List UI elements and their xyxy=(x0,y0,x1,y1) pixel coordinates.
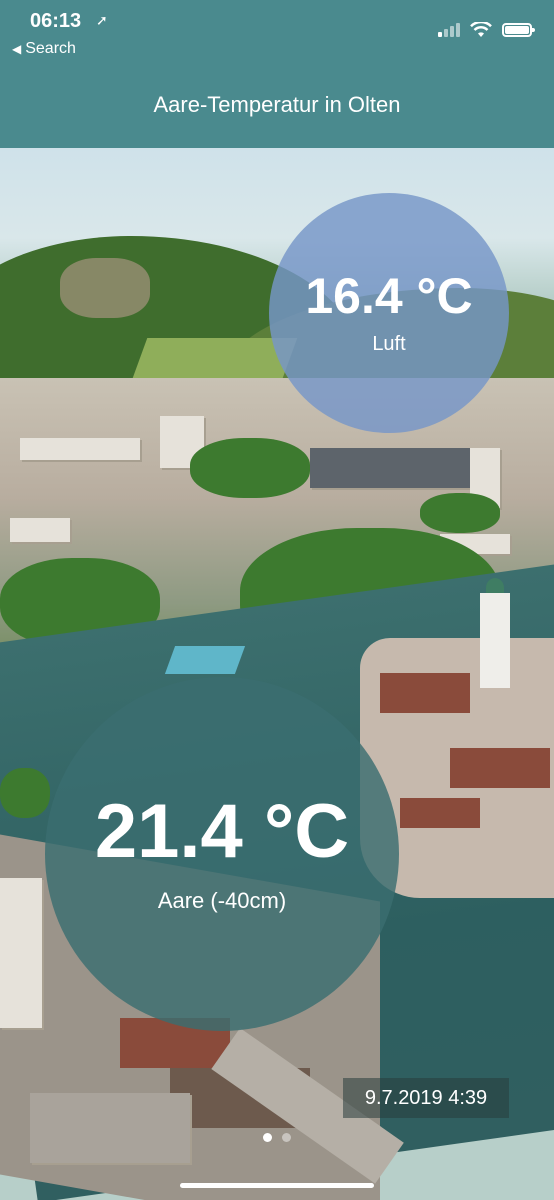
page-dot-2[interactable] xyxy=(282,1133,291,1142)
measurement-timestamp: 9.7.2019 4:39 xyxy=(343,1078,509,1118)
air-temperature-value: 16.4 °C xyxy=(305,267,473,324)
battery-icon xyxy=(502,23,535,37)
page-dot-1[interactable] xyxy=(263,1133,272,1142)
back-to-search-link[interactable]: ◀ Search xyxy=(12,40,76,58)
status-icons xyxy=(438,22,535,38)
wifi-icon xyxy=(470,22,492,37)
back-label: Search xyxy=(25,40,76,57)
water-temperature-label: Aare (-40cm) xyxy=(157,888,287,913)
page-indicator[interactable] xyxy=(0,1133,554,1142)
air-temperature-label: Luft xyxy=(372,332,406,355)
water-temperature-display: 21.4 °C Aare (-40cm) xyxy=(45,677,399,1031)
page-title: Aare-Temperatur in Olten xyxy=(153,92,401,117)
home-indicator[interactable] xyxy=(180,1183,374,1188)
location-arrow-icon: ➚ xyxy=(96,12,108,28)
water-temperature-value: 21.4 °C xyxy=(94,789,350,874)
back-arrow-icon: ◀ xyxy=(12,42,22,56)
navigation-header: 06:13 ➚ ◀ Search Aare-Temperatur in Olten xyxy=(0,0,554,148)
status-time: 06:13 xyxy=(30,10,82,32)
air-temperature-display: 16.4 °C Luft xyxy=(269,193,509,433)
cellular-signal-icon xyxy=(438,23,460,37)
